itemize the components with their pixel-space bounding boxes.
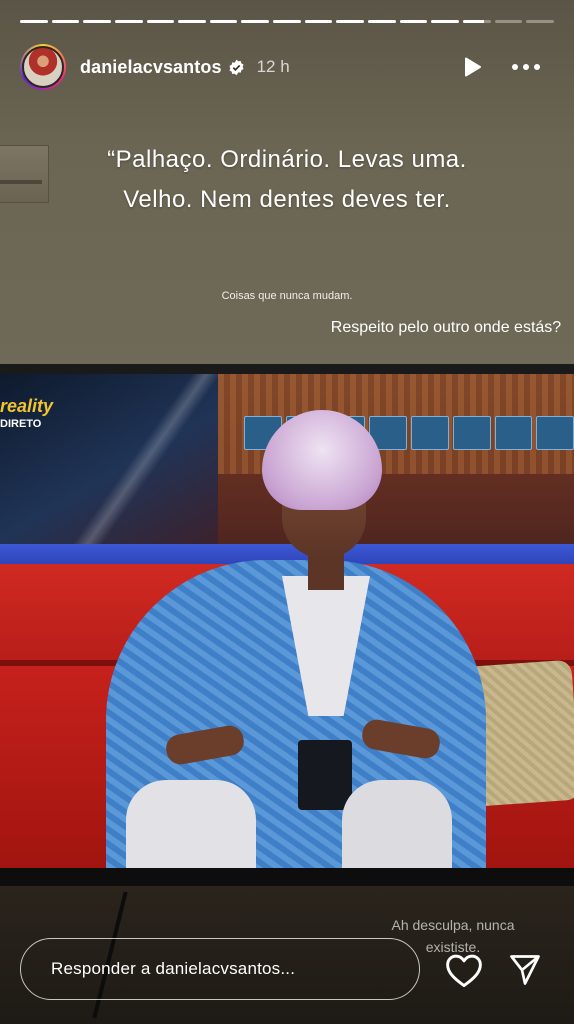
progress-segment — [526, 20, 554, 23]
progress-segment — [304, 20, 333, 23]
progress-segment — [241, 20, 270, 23]
progress-segment-fill — [304, 20, 333, 23]
person-on-sofa — [86, 410, 486, 874]
progress-segment — [462, 20, 491, 23]
reply-placeholder: Responder a danielacvsantos... — [51, 959, 296, 978]
avatar-photo — [22, 46, 64, 88]
story-progress-bar — [20, 20, 554, 23]
play-icon[interactable] — [460, 55, 484, 79]
story-viewer[interactable]: danielacvsantos 12 h “Palhaço. Ordinário… — [0, 0, 574, 1024]
progress-segment — [494, 20, 523, 23]
tv-channel-logo: reality — [0, 396, 54, 416]
progress-segment — [178, 20, 206, 23]
tv-live-tag: DIRETO — [0, 418, 42, 430]
progress-segment-fill — [241, 20, 270, 23]
story-side-caption: Respeito pelo outro onde estás? — [330, 319, 562, 336]
progress-segment-fill — [114, 20, 143, 23]
progress-segment — [209, 20, 238, 23]
reply-input[interactable]: Responder a danielacvsantos... — [20, 938, 420, 1000]
tv-screen-photo: reality DIRETO — [0, 364, 574, 874]
story-quote-text: “Palhaço. Ordinário. Levas uma. Velho. N… — [107, 146, 467, 213]
progress-segment-fill — [431, 20, 459, 23]
tv-bottom-frame — [0, 868, 574, 888]
progress-segment-fill — [462, 20, 484, 23]
post-time: 12 h — [256, 57, 290, 76]
verified-badge-icon — [228, 59, 245, 76]
progress-segment-fill — [20, 20, 48, 23]
send-icon[interactable] — [506, 952, 544, 988]
story-small-caption: Coisas que nunca mudam. — [221, 290, 353, 302]
progress-segment-fill — [273, 20, 301, 23]
black-pouch — [298, 740, 352, 810]
progress-segment-fill — [51, 20, 80, 23]
story-header: danielacvsantos 12 h — [20, 42, 554, 92]
nameplate — [494, 416, 533, 450]
progress-segment-fill — [209, 20, 238, 23]
wall-shelf — [0, 145, 49, 203]
progress-segment — [399, 20, 428, 23]
progress-segment — [51, 20, 80, 23]
progress-segment — [114, 20, 143, 23]
avatar[interactable] — [20, 44, 66, 90]
progress-segment — [20, 20, 48, 23]
progress-segment — [146, 20, 175, 23]
shower-cap — [262, 410, 382, 510]
progress-segment — [83, 20, 111, 23]
progress-segment — [368, 20, 396, 23]
progress-segment-fill — [146, 20, 175, 23]
more-icon[interactable] — [510, 55, 542, 79]
progress-segment-fill — [336, 20, 365, 23]
left-leg — [126, 780, 256, 874]
heart-icon[interactable] — [444, 952, 484, 988]
progress-segment-fill — [399, 20, 428, 23]
progress-segment-fill — [83, 20, 111, 23]
progress-segment — [273, 20, 301, 23]
progress-segment — [336, 20, 365, 23]
progress-segment-fill — [368, 20, 396, 23]
nameplate — [536, 416, 574, 450]
right-leg — [342, 780, 452, 874]
progress-segment — [431, 20, 459, 23]
tv-bezel — [0, 364, 574, 374]
progress-segment-fill — [178, 20, 206, 23]
username[interactable]: danielacvsantos — [80, 57, 222, 78]
